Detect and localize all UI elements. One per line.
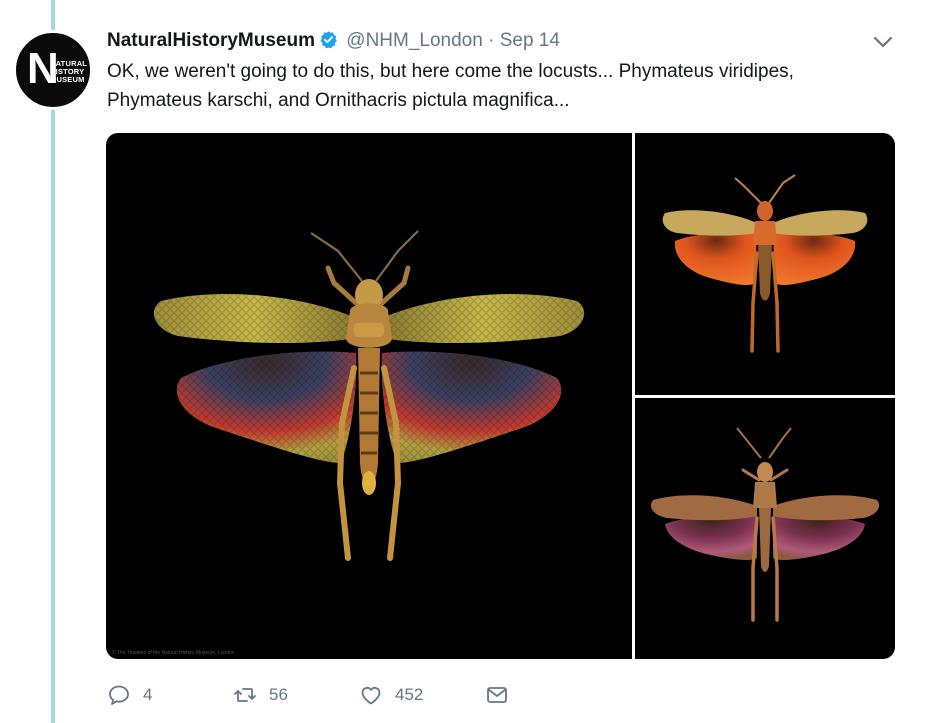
tweet-date[interactable]: Sep 14 xyxy=(500,30,560,51)
direct-message-button[interactable] xyxy=(485,680,521,710)
meta-separator: · xyxy=(488,30,495,51)
like-button[interactable]: 452 xyxy=(359,680,423,710)
author-handle[interactable]: @NHM_London xyxy=(346,30,483,51)
reply-count: 4 xyxy=(143,685,153,704)
tweet-header: NaturalHistoryMuseum @NHM_London · Sep 1… xyxy=(107,28,867,54)
envelope-icon xyxy=(487,687,507,703)
tweet-text-line: Phymateus karschi, and Ornithacris pictu… xyxy=(107,90,570,111)
avatar-logo-line: MUSEUM xyxy=(50,75,85,84)
avatar-logo-text: NATURAL HISTORY MUSEUM xyxy=(50,60,90,84)
like-count: 452 xyxy=(395,685,424,704)
locust-orange-image xyxy=(662,174,868,353)
image-credit: © The Trustees of the Natural History Mu… xyxy=(112,650,235,656)
tweet-text: OK, we weren't going to do this, but her… xyxy=(107,57,907,115)
tweet-text-line: OK, we weren't going to do this, but her… xyxy=(107,61,794,82)
retweet-icon xyxy=(234,688,256,702)
locust-brown-purple-image xyxy=(650,427,880,622)
reply-button[interactable]: 4 xyxy=(107,680,152,710)
reply-icon xyxy=(109,685,129,705)
media-image-bottom-right[interactable] xyxy=(635,398,895,659)
heart-icon xyxy=(361,687,381,705)
retweet-count: 56 xyxy=(269,685,288,704)
verified-badge-icon xyxy=(320,31,337,49)
avatar[interactable]: N NATURAL HISTORY MUSEUM xyxy=(13,30,93,110)
media-image-top-right[interactable] xyxy=(635,133,895,395)
media-image-main[interactable]: © The Trustees of the Natural History Mu… xyxy=(106,133,632,659)
chevron-down-icon[interactable] xyxy=(872,34,894,50)
locust-green-red-image xyxy=(153,230,585,561)
author-name[interactable]: NaturalHistoryMuseum xyxy=(107,30,315,51)
tweet-actions: 4 56 452 xyxy=(107,680,607,710)
media-grid: © The Trustees of the Natural History Mu… xyxy=(106,133,895,659)
retweet-button[interactable]: 56 xyxy=(233,680,288,710)
